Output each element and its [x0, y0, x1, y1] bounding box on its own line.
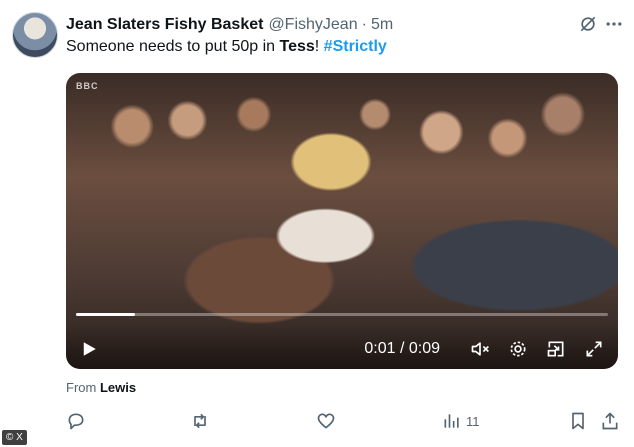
- tweet-text-after: !: [314, 38, 324, 55]
- fullscreen-icon[interactable]: [584, 339, 604, 359]
- broadcaster-logo: BBC: [76, 81, 99, 91]
- watermark: © X: [2, 430, 27, 445]
- retweet-icon: [194, 413, 206, 429]
- play-icon[interactable]: [80, 340, 98, 358]
- video-source: From Lewis: [66, 380, 136, 395]
- video-scrubber[interactable]: [76, 313, 608, 316]
- settings-icon[interactable]: [508, 339, 528, 359]
- picture-in-picture-icon[interactable]: [546, 339, 566, 359]
- action-bar: 11: [66, 410, 622, 434]
- author-name[interactable]: Jean Slaters Fishy Basket: [66, 16, 263, 34]
- views-count: 11: [466, 413, 480, 429]
- tweet-header: Jean Slaters Fishy Basket @FishyJean · 5…: [66, 14, 622, 36]
- bookmark-button[interactable]: [568, 410, 588, 432]
- video-controls: 0:01 / 0:09: [66, 325, 618, 369]
- hashtag-link[interactable]: #Strictly: [324, 38, 387, 55]
- retweet-button[interactable]: [190, 410, 210, 432]
- views-icon: [444, 414, 459, 428]
- views-button[interactable]: 11: [442, 410, 480, 432]
- share-icon: [602, 412, 618, 430]
- avatar[interactable]: [12, 12, 58, 58]
- video-player[interactable]: BBC 0:01 / 0:09: [66, 73, 618, 369]
- source-prefix: From: [66, 380, 100, 395]
- more-icon[interactable]: [604, 14, 624, 34]
- separator-dot: ·: [361, 16, 367, 33]
- tweet-text-bold: Tess: [279, 38, 315, 55]
- reply-button[interactable]: [66, 410, 86, 432]
- tweet-text: Someone needs to put 50p in Tess! #Stric…: [66, 38, 387, 56]
- source-name[interactable]: Lewis: [100, 380, 136, 395]
- bookmark-icon: [572, 412, 584, 430]
- like-button[interactable]: [316, 410, 336, 432]
- grok-icon[interactable]: [578, 14, 598, 34]
- tweet-text-start: Someone needs to put 50p in: [66, 38, 280, 55]
- reply-icon: [68, 413, 84, 430]
- like-icon: [317, 413, 335, 429]
- video-scrubber-fill: [76, 313, 135, 316]
- share-button[interactable]: [600, 410, 620, 432]
- mute-icon[interactable]: [470, 339, 490, 359]
- time-readout: 0:01 / 0:09: [364, 340, 440, 357]
- author-handle[interactable]: @FishyJean: [268, 16, 357, 34]
- tweet-time[interactable]: 5m: [371, 16, 393, 34]
